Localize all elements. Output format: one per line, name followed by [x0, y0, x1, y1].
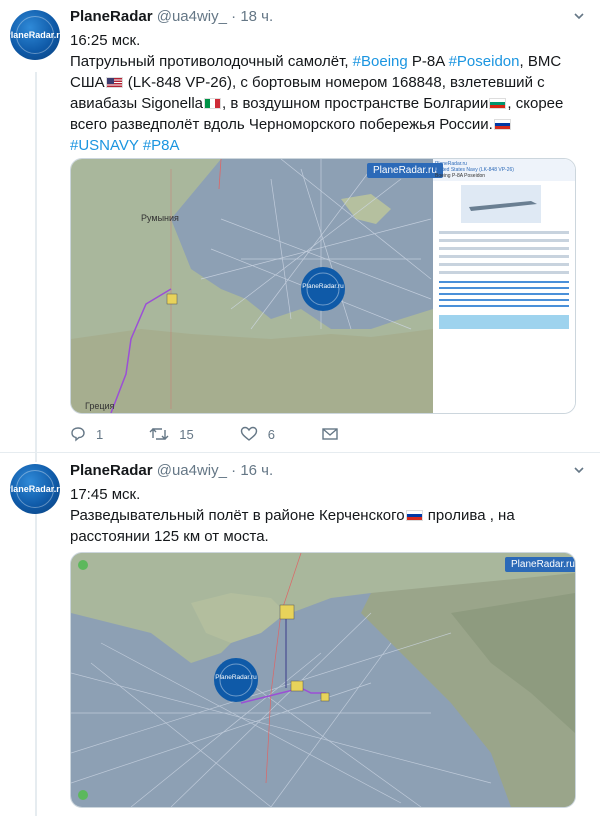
avatar[interactable]: PlaneRadar.ru: [10, 464, 60, 514]
message-button[interactable]: [321, 426, 349, 442]
tweet-time[interactable]: 16 ч.: [240, 462, 273, 479]
hashtag-p8a[interactable]: #P8A: [143, 137, 180, 154]
like-icon: [240, 426, 257, 441]
tweet-actions: 1 15 6: [70, 426, 395, 442]
us-flag-icon: [105, 77, 123, 88]
like-count: 6: [267, 426, 275, 442]
hashtag-boeing[interactable]: #Boeing: [353, 53, 408, 70]
time-line: 17:45 мск.: [70, 486, 141, 503]
tweet-image[interactable]: PlaneRadar.ru Румыния Греция PlaneRadar.…: [70, 158, 576, 414]
author-name[interactable]: PlaneRadar: [70, 462, 153, 479]
tweet-header: PlaneRadar @ua4wiy_ · 18 ч.: [70, 8, 273, 25]
avatar[interactable]: PlaneRadar.ru: [10, 10, 60, 60]
russia-flag-icon: [405, 510, 423, 521]
tweet-divider: [0, 452, 600, 453]
map-label-romania: Румыния: [141, 213, 179, 223]
retweet-count: 15: [179, 426, 194, 442]
map-brand-badge: PlaneRadar.ru: [367, 163, 443, 178]
text-segment: P-8A: [407, 53, 449, 70]
like-button[interactable]: 6: [240, 426, 275, 442]
info-panel: PlaneRadar.ru United States Navy (LK-848…: [435, 161, 573, 179]
thread-line: [35, 512, 37, 816]
author-name[interactable]: PlaneRadar: [70, 8, 153, 25]
separator: ·: [231, 8, 237, 25]
avatar-text: PlaneRadar.ru: [10, 30, 60, 40]
avatar-text: PlaneRadar.ru: [10, 484, 60, 494]
tweet-image[interactable]: PlaneRadar.ru PlaneRadar.ru: [70, 552, 576, 808]
retweet-button[interactable]: 15: [149, 426, 194, 442]
map-image: [71, 553, 575, 807]
chevron-down-icon[interactable]: [572, 464, 586, 478]
reply-icon: [71, 427, 85, 442]
tweet-time[interactable]: 18 ч.: [240, 8, 273, 25]
bulgaria-flag-icon: [489, 98, 507, 109]
author-handle[interactable]: @ua4wiy_: [157, 8, 227, 25]
text-segment: Разведывательный полёт в районе Керченск…: [70, 507, 405, 524]
info-panel-aircraft: Boeing P-8A Poseidon: [435, 173, 486, 179]
map-label-greece: Греция: [85, 401, 115, 411]
retweet-icon: [149, 428, 169, 440]
italy-flag-icon: [204, 98, 221, 109]
separator: ·: [231, 462, 237, 479]
message-icon: [322, 428, 338, 440]
tweet-text: 17:45 мск. Разведывательный полёт в райо…: [70, 484, 580, 547]
tweet-body: Патрульный противолодочный самолёт, #Boe…: [70, 51, 580, 156]
author-handle[interactable]: @ua4wiy_: [157, 462, 227, 479]
thread-line: [35, 72, 37, 462]
time-line: 16:25 мск.: [70, 32, 141, 49]
russia-flag-icon: [493, 119, 511, 130]
chevron-down-icon[interactable]: [572, 10, 586, 24]
text-segment: , в воздушном пространстве Болгарии: [222, 95, 489, 112]
reply-count: 1: [96, 426, 104, 442]
hashtag-poseidon[interactable]: #Poseidon: [449, 53, 520, 70]
map-logo: PlaneRadar.ru: [302, 283, 344, 290]
hashtag-usnavy[interactable]: #USNAVY: [70, 137, 139, 154]
tweet-text: 16:25 мск. Патрульный противолодочный са…: [70, 30, 580, 156]
map-brand-badge: PlaneRadar.ru: [505, 557, 575, 572]
map-logo: PlaneRadar.ru: [215, 674, 257, 681]
reply-button[interactable]: 1: [70, 426, 103, 442]
tweet-header: PlaneRadar @ua4wiy_ · 16 ч.: [70, 462, 273, 479]
text-segment: Патрульный противолодочный самолёт,: [70, 53, 353, 70]
tweet-body: Разведывательный полёт в районе Керченск…: [70, 505, 580, 547]
